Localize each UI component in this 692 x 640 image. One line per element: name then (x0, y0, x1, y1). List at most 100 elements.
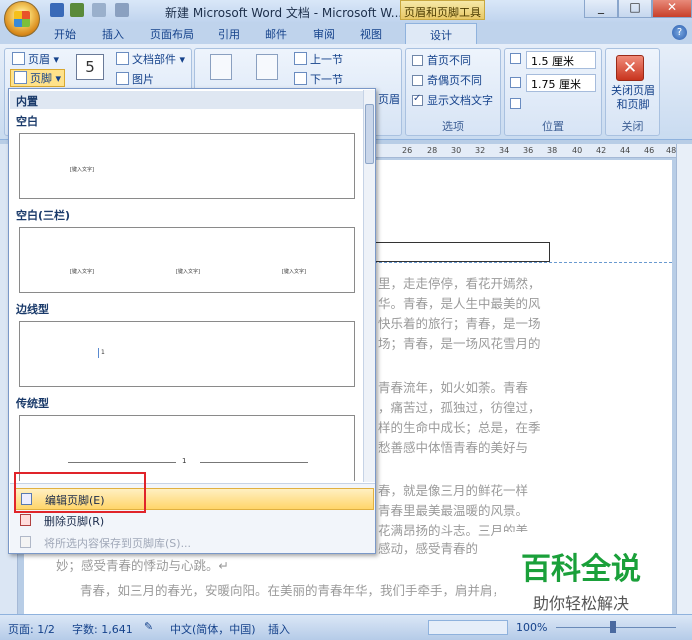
tab-design[interactable]: 设计 (405, 23, 477, 45)
sideline-mark (98, 348, 99, 358)
tab-home[interactable]: 开始 (46, 24, 84, 44)
close-group-label: 关闭 (621, 120, 644, 133)
next-section-button[interactable]: 下一节 (294, 71, 343, 87)
tab-review[interactable]: 审阅 (305, 24, 343, 44)
office-button[interactable] (4, 1, 40, 37)
gallery-item-blank-three-column[interactable]: [键入文字] [键入文字] [键入文字] (19, 227, 355, 293)
footer-button[interactable]: 页脚 ▾ (10, 69, 66, 87)
insert-mode[interactable]: 插入 (268, 621, 290, 637)
save-icon[interactable] (50, 3, 64, 17)
doc-line[interactable]: 春，就是像三月的鲜花一样 (378, 480, 528, 499)
menu-item-remove-footer[interactable]: 删除页脚(R) (14, 510, 374, 532)
footer-rule-left (68, 462, 176, 463)
header-position-icon (510, 53, 521, 64)
previous-section-label: 上一节 (310, 53, 343, 66)
doc-line[interactable]: 青春里最美最温暖的风景。 (378, 500, 528, 519)
print-preview-icon[interactable] (115, 3, 129, 17)
ruler-tick: 48 (666, 146, 677, 155)
ruler-tick: 26 (402, 146, 413, 155)
link-previous-label[interactable]: 页眉 (378, 91, 400, 107)
ruler-tick: 38 (547, 146, 558, 155)
close-window-button[interactable]: ✕ (652, 0, 692, 18)
page-number-icon[interactable]: 5 (76, 54, 104, 80)
ruler-tick: 40 (572, 146, 583, 155)
gallery-scroll-thumb[interactable] (365, 104, 374, 164)
status-bar: 页面: 1/2 字数: 1,641 ✎ 中文(简体，中国) 插入 100% (0, 614, 692, 640)
show-document-text-box[interactable] (412, 93, 423, 106)
vertical-scrollbar[interactable] (676, 144, 692, 614)
window-title: 新建 Microsoft Word 文档 - Microsoft W... (165, 6, 403, 20)
doc-line[interactable]: 感动，感受青春的 (378, 538, 478, 557)
picture-button[interactable]: 图片 (116, 71, 154, 87)
doc-line[interactable]: 愁善感中体悟青春的美好与 (378, 437, 528, 456)
tab-insert[interactable]: 插入 (94, 24, 132, 44)
doc-line[interactable]: 华。青春，是人生中最美的风 (378, 293, 541, 312)
menu-item-save-to-gallery: 将所选内容保存到页脚库(S)... (14, 532, 374, 554)
page-count[interactable]: 页面: 1/2 (8, 621, 55, 637)
doc-line[interactable]: 场；青春，是一场风花雪月的 (378, 333, 541, 352)
ruler-tick: 44 (620, 146, 631, 155)
doc-line[interactable]: 里，走走停停，看花开嫣然， (378, 273, 541, 292)
ruler-tick: 34 (499, 146, 510, 155)
document-parts-button[interactable]: 文档部件 ▾ (116, 51, 185, 67)
view-buttons[interactable] (428, 620, 508, 635)
undo-icon[interactable] (70, 3, 84, 17)
footer-position-spinner[interactable]: 1.75 厘米 (526, 74, 596, 92)
maximize-button[interactable]: □ (618, 0, 652, 18)
gallery-item-blank[interactable]: [键入文字] (19, 133, 355, 199)
doc-line[interactable]: ，痛苦过，孤独过，彷徨过， (378, 397, 541, 416)
gallery-item-title: 传统型 (10, 393, 366, 411)
watermark-subtitle: 助你轻松解决 (532, 594, 629, 613)
header-position-spinner[interactable]: 1.5 厘米 (526, 51, 596, 69)
ruler-tick: 32 (475, 146, 486, 155)
goto-header-icon[interactable] (210, 54, 232, 80)
watermark-logo: 百科全说 助你轻松解决 (496, 532, 666, 614)
redo-icon[interactable] (92, 3, 106, 17)
doc-line[interactable]: 样的生命中成长；总是，在季 (378, 417, 541, 436)
doc-line[interactable]: 青春，如三月的春光，安暖向阳。在美丽的青春年华，我们手牵手，肩并肩， (80, 580, 505, 599)
footer-position-icon (510, 77, 521, 88)
zoom-slider[interactable] (556, 627, 676, 628)
position-group-label: 位置 (542, 120, 564, 133)
different-first-page-box[interactable] (412, 55, 423, 66)
horizontal-ruler: 26 28 30 32 34 36 38 40 42 44 46 48 (376, 144, 676, 158)
show-document-text-label: 显示文档文字 (427, 94, 493, 107)
tab-view[interactable]: 视图 (352, 24, 390, 44)
minimize-button[interactable]: _ (584, 0, 618, 18)
doc-line[interactable]: 青春流年，如火如荼。青春 (378, 377, 528, 396)
picture-label: 图片 (132, 73, 154, 86)
ruler-tick: 46 (644, 146, 655, 155)
doc-line[interactable]: 妙；感受青春的悸动与心跳。↵ (56, 555, 229, 574)
placeholder-text: [键入文字] (70, 167, 94, 173)
remove-footer-label: 删除页脚(R) (44, 515, 105, 528)
gallery-scrollbar[interactable] (363, 90, 375, 482)
different-first-page-label: 首页不同 (427, 54, 471, 67)
zoom-slider-thumb[interactable] (610, 621, 616, 633)
footer-icon (14, 71, 27, 84)
previous-section-button[interactable]: 上一节 (294, 51, 343, 67)
gallery-item-sideline[interactable]: 1 (19, 321, 355, 387)
tab-page-layout[interactable]: 页面布局 (142, 24, 202, 44)
doc-line[interactable]: 快乐着的旅行；青春，是一场 (378, 313, 541, 332)
different-first-page-checkbox[interactable]: 首页不同 (412, 52, 471, 68)
language[interactable]: 中文(简体，中国) (170, 621, 256, 637)
context-tab-label: 页眉和页脚工具 (400, 0, 485, 20)
proofing-icon[interactable]: ✎ (144, 620, 153, 633)
close-header-footer-button[interactable]: 关闭页眉和页脚 (608, 84, 658, 112)
gallery-section-header: 内置 (10, 91, 366, 109)
different-odd-even-box[interactable] (412, 75, 423, 86)
insert-alignment-tab-icon[interactable] (510, 98, 521, 109)
goto-footer-icon[interactable] (256, 54, 278, 80)
tab-references[interactable]: 引用 (210, 24, 248, 44)
header-button[interactable]: 页眉 ▾ (12, 51, 59, 67)
word-count[interactable]: 字数: 1,641 (72, 621, 133, 637)
placeholder-text: [键入文字] (176, 269, 200, 275)
different-odd-even-checkbox[interactable]: 奇偶页不同 (412, 72, 482, 88)
close-header-footer-icon[interactable]: ✕ (616, 55, 644, 81)
tab-mailings[interactable]: 邮件 (257, 24, 295, 44)
save-to-gallery-icon (20, 536, 31, 548)
options-group-label: 选项 (442, 120, 464, 133)
show-document-text-checkbox[interactable]: 显示文档文字 (412, 92, 493, 108)
help-icon[interactable]: ? (672, 25, 687, 40)
zoom-level[interactable]: 100% (516, 621, 547, 634)
